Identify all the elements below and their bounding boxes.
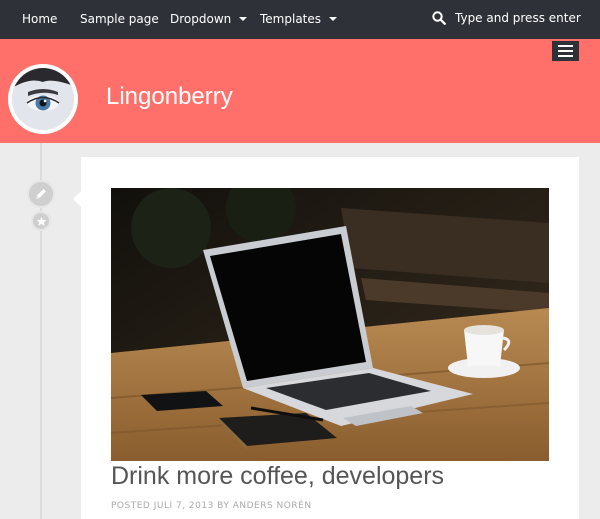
top-navigation: Home Sample page Dropdown Templates Type… <box>0 0 600 39</box>
nav-item-label: Templates <box>260 12 322 26</box>
avatar[interactable] <box>8 64 78 134</box>
site-title[interactable]: Lingonberry <box>106 83 233 111</box>
nav-item-dropdown[interactable]: Dropdown <box>170 12 248 26</box>
nav-item-label: Home <box>22 12 58 26</box>
star-icon <box>36 216 46 226</box>
post-card: Drink more coffee, developers POSTED JUL… <box>73 157 579 519</box>
search-input[interactable]: Type and press enter <box>455 11 581 25</box>
menu-button[interactable] <box>552 41 579 61</box>
chevron-down-icon <box>239 17 248 21</box>
nav-item-label: Sample page <box>80 12 159 26</box>
menu-icon-line <box>558 45 573 47</box>
pencil-icon <box>36 189 46 199</box>
search-field[interactable]: Type and press enter <box>432 11 581 25</box>
avatar-image <box>12 68 74 130</box>
post-meta: POSTED JULI 7, 2013 BY ANDERS NORÉN <box>111 501 312 511</box>
menu-icon-line <box>558 50 573 52</box>
nav-item-label: Dropdown <box>170 12 232 26</box>
sticky-badge <box>31 211 51 231</box>
post-featured-image[interactable] <box>111 188 549 461</box>
site-header: Lingonberry <box>0 39 600 143</box>
post-card-pointer <box>73 191 81 207</box>
chevron-down-icon <box>329 17 338 21</box>
nav-item-templates[interactable]: Templates <box>260 12 338 26</box>
post-format-badge <box>27 180 55 208</box>
menu-icon-line <box>558 55 573 57</box>
nav-item-home[interactable]: Home <box>22 12 57 26</box>
search-icon <box>432 11 446 25</box>
nav-item-sample-page[interactable]: Sample page <box>80 12 159 26</box>
post-title[interactable]: Drink more coffee, developers <box>111 462 444 491</box>
